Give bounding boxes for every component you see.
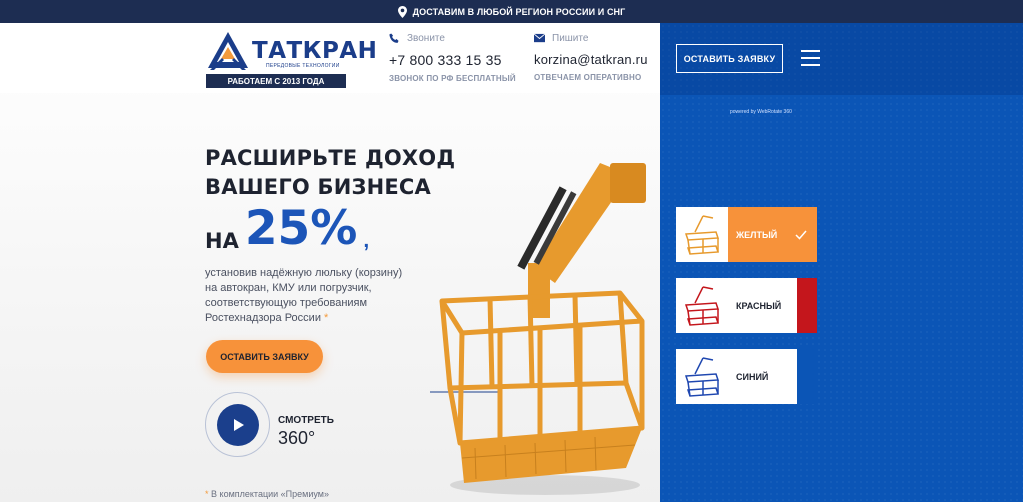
premium-asterisk: * xyxy=(205,489,209,499)
red-basket-icon xyxy=(684,286,720,326)
color-option-blue[interactable]: СИНИЙ xyxy=(676,349,817,404)
logo-name: ТАТКРАН xyxy=(252,38,378,64)
yellow-basket-icon xyxy=(684,215,720,255)
desc-line-2: на автокран, КМУ или погрузчик, xyxy=(205,282,372,294)
premium-text: В комплектации «Премиум» xyxy=(211,489,329,499)
view-360-button[interactable] xyxy=(205,392,270,457)
yellow-label: ЖЕЛТЫЙ xyxy=(736,229,778,240)
desc-line-4-wrap: Ростехнадзора России * xyxy=(205,311,420,326)
hero-section: ТАТКРАН ПЕРЕДОВЫЕ ТЕХНОЛОГИИ РАБОТАЕМ С … xyxy=(0,23,660,502)
hero-title-line-1: РАСШИРЬТЕ ДОХОД xyxy=(205,146,456,170)
email-contact: Пишите korzina@tatkran.ru ОТВЕЧАЕМ ОПЕРА… xyxy=(534,33,648,82)
red-basket-thumb xyxy=(676,278,728,333)
site-logo[interactable]: ТАТКРАН ПЕРЕДОВЫЕ ТЕХНОЛОГИИ РАБОТАЕМ С … xyxy=(206,30,377,88)
phone-note: ЗВОНОК ПО РФ БЕСПЛАТНЫЙ xyxy=(389,74,516,83)
email-label: Пишите xyxy=(552,33,589,44)
degrees-label: 360° xyxy=(278,428,316,448)
email-note: ОТВЕЧАЕМ ОПЕРАТИВНО xyxy=(534,73,642,82)
view-360-label[interactable]: СМОТРЕТЬ 360° xyxy=(278,415,334,449)
yellow-basket-thumb xyxy=(676,207,728,262)
hero-percent-line: НА 25% , xyxy=(205,203,369,255)
hero-title-line-2: ВАШЕГО БИЗНЕСА xyxy=(205,175,431,199)
email-address[interactable]: korzina@tatkran.ru xyxy=(534,52,648,67)
red-label: КРАСНЫЙ xyxy=(728,278,817,333)
hero-title: РАСШИРЬТЕ ДОХОД ВАШЕГО БИЗНЕСА xyxy=(205,144,455,202)
logo-tagline: ПЕРЕДОВЫЕ ТЕХНОЛОГИИ xyxy=(266,63,340,69)
blue-label: СИНИЙ xyxy=(728,349,817,404)
desc-line-4: Ростехнадзора России xyxy=(205,312,321,324)
header-apply-button[interactable]: ОСТАВИТЬ ЗАЯВКУ xyxy=(676,44,783,73)
desc-line-1: установив надёжную люльку (корзину) xyxy=(205,267,403,279)
blue-basket-icon xyxy=(684,357,720,397)
color-option-red[interactable]: КРАСНЫЙ xyxy=(676,278,817,333)
percent-value: 25% xyxy=(244,201,358,256)
delivery-text: ДОСТАВИМ В ЛЮБОЙ РЕГИОН РОССИИ И СНГ xyxy=(412,6,626,17)
since-badge: РАБОТАЕМ С 2013 ГОДА xyxy=(206,74,346,88)
percent-comma: , xyxy=(363,229,370,252)
phone-contact: Звоните +7 800 333 15 35 ЗВОНОК ПО РФ БЕ… xyxy=(389,33,516,83)
color-option-yellow[interactable]: ЖЕЛТЫЙ xyxy=(676,207,817,262)
premium-note: * В комплектации «Премиум» xyxy=(205,489,329,499)
location-pin-icon xyxy=(397,5,407,18)
color-panel: ОСТАВИТЬ ЗАЯВКУ powered by WebRotate 360… xyxy=(660,23,1023,502)
delivery-bar: ДОСТАВИМ В ЛЮБОЙ РЕГИОН РОССИИ И СНГ xyxy=(0,0,1023,23)
percent-prefix: НА xyxy=(205,229,239,253)
color-option-label: ЖЕЛТЫЙ xyxy=(728,207,817,262)
phone-number[interactable]: +7 800 333 15 35 xyxy=(389,52,516,68)
logo-mark-icon xyxy=(208,32,248,70)
basket-image[interactable] xyxy=(430,143,660,502)
play-icon xyxy=(233,418,244,431)
phone-label: Звоните xyxy=(407,33,445,44)
hero-description: установив надёжную люльку (корзину) на а… xyxy=(205,266,420,326)
mail-icon xyxy=(534,33,545,43)
desc-asterisk: * xyxy=(324,312,329,324)
play-button[interactable] xyxy=(216,403,259,446)
check-icon xyxy=(795,230,807,240)
powered-by: powered by WebRotate 360 xyxy=(730,109,792,115)
phone-icon xyxy=(389,33,399,43)
hero-apply-button[interactable]: ОСТАВИТЬ ЗАЯВКУ xyxy=(206,340,323,373)
blue-basket-thumb xyxy=(676,349,728,404)
desc-line-3: соответствующую требованиям xyxy=(205,297,368,309)
menu-icon[interactable] xyxy=(801,50,820,66)
watch-label: СМОТРЕТЬ xyxy=(278,415,334,426)
